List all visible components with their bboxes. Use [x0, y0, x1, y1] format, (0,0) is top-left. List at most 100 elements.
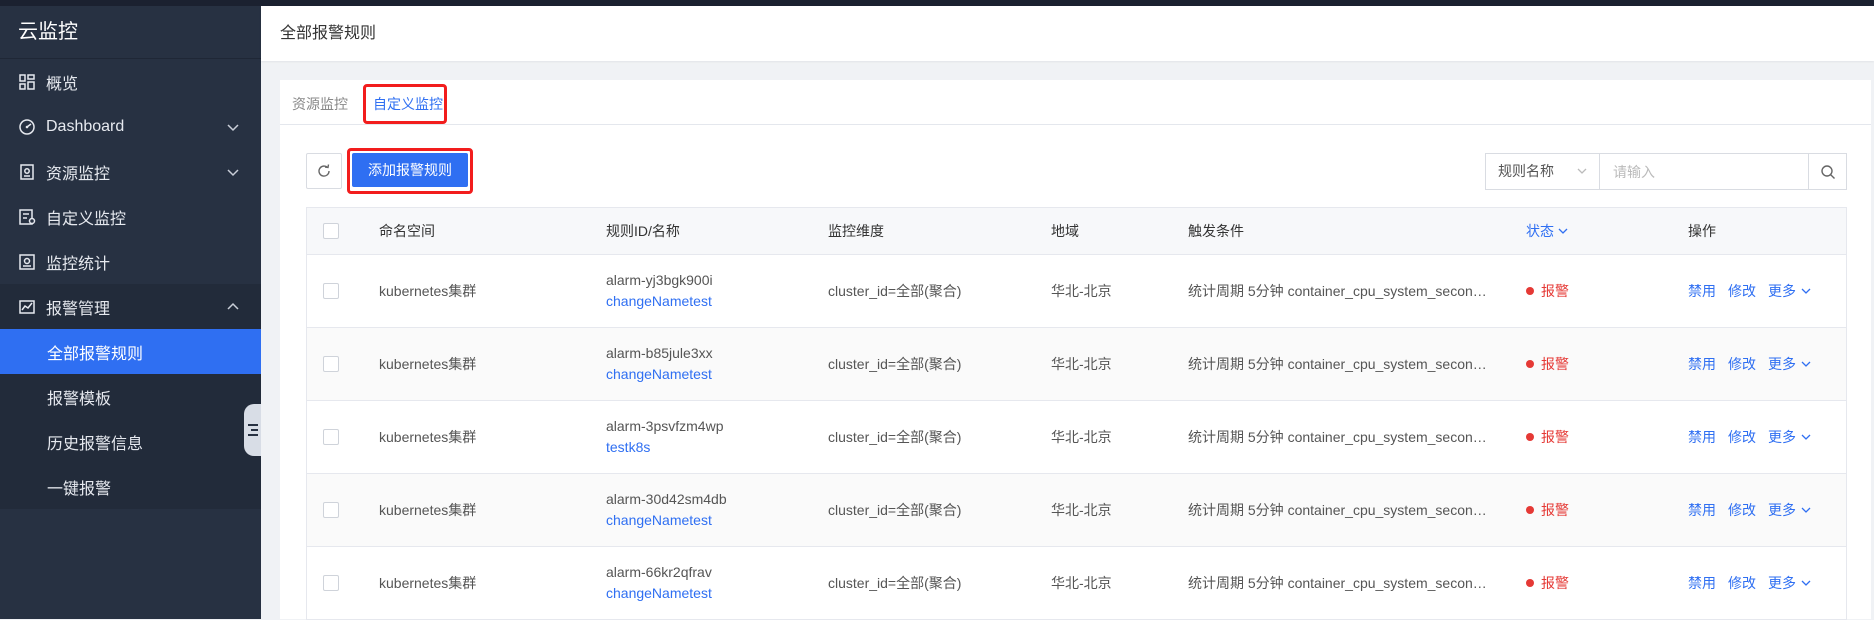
row-checkbox[interactable] — [323, 283, 339, 299]
more-dropdown[interactable]: 更多 — [1768, 281, 1811, 301]
highlight-box-add-button — [347, 148, 473, 194]
row-condition: 统计周期 5分钟 container_cpu_system_seconds_to… — [1188, 283, 1488, 299]
row-actions: 禁用 修改 更多 — [1688, 427, 1811, 447]
status-badge: 报警 — [1526, 573, 1569, 593]
row-actions: 禁用 修改 更多 — [1688, 281, 1811, 301]
status-dot-icon — [1526, 506, 1534, 514]
edit-link[interactable]: 修改 — [1728, 354, 1756, 374]
disable-link[interactable]: 禁用 — [1688, 500, 1716, 520]
row-rule-name-link[interactable]: changeNametest — [606, 291, 713, 312]
row-rule-name-link[interactable]: changeNametest — [606, 510, 727, 531]
row-region: 华北-北京 — [1051, 502, 1112, 518]
sidebar-collapse-handle[interactable] — [244, 404, 261, 456]
sidebar-subitem-alarm-history[interactable]: 历史报警信息 — [0, 419, 261, 464]
row-rule-name-link[interactable]: changeNametest — [606, 364, 713, 385]
status-dot-icon — [1526, 579, 1534, 587]
row-checkbox[interactable] — [323, 575, 339, 591]
search-field-label: 规则名称 — [1498, 163, 1554, 179]
search-field-select[interactable]: 规则名称 — [1486, 154, 1600, 189]
row-checkbox[interactable] — [323, 502, 339, 518]
row-dimension: cluster_id=全部(聚合) — [828, 283, 962, 299]
search-button[interactable] — [1808, 154, 1847, 189]
status-badge: 报警 — [1526, 281, 1569, 301]
disable-link[interactable]: 禁用 — [1688, 281, 1716, 301]
more-label: 更多 — [1768, 356, 1796, 372]
status-text: 报警 — [1541, 356, 1569, 372]
sidebar-item-label: Dashboard — [46, 117, 125, 135]
header-region: 地域 — [1051, 223, 1079, 239]
chevron-down-icon — [1801, 507, 1811, 513]
sidebar: 云监控 概览 Dashboard 资源监控 自定义监控 监控统计 报警管理 全部… — [0, 6, 261, 619]
row-checkbox[interactable] — [323, 356, 339, 372]
row-condition: 统计周期 5分钟 container_cpu_system_seconds_to… — [1188, 575, 1488, 591]
refresh-button[interactable] — [306, 153, 342, 189]
tab-resource-monitor[interactable]: 资源监控 — [292, 94, 348, 114]
header-namespace: 命名空间 — [379, 223, 435, 239]
edit-link[interactable]: 修改 — [1728, 500, 1756, 520]
row-region: 华北-北京 — [1051, 429, 1112, 445]
status-filter[interactable]: 状态 — [1526, 221, 1568, 241]
more-label: 更多 — [1768, 283, 1796, 299]
sidebar-item-dashboard[interactable]: Dashboard — [0, 104, 261, 149]
sidebar-item-custom-monitor[interactable]: 自定义监控 — [0, 194, 261, 239]
row-region: 华北-北京 — [1051, 575, 1112, 591]
status-badge: 报警 — [1526, 500, 1569, 520]
status-badge: 报警 — [1526, 427, 1569, 447]
row-actions: 禁用 修改 更多 — [1688, 354, 1811, 374]
more-dropdown[interactable]: 更多 — [1768, 427, 1811, 447]
row-region: 华北-北京 — [1051, 356, 1112, 372]
edit-link[interactable]: 修改 — [1728, 427, 1756, 447]
row-rule-id: alarm-3psvfzm4wp — [606, 418, 724, 434]
status-text: 报警 — [1541, 575, 1569, 591]
row-region: 华北-北京 — [1051, 283, 1112, 299]
sidebar-subitem-alarm-templates[interactable]: 报警模板 — [0, 374, 261, 419]
sidebar-item-alarm-manage[interactable]: 报警管理 — [0, 284, 261, 329]
sidebar-item-label: 概览 — [46, 75, 79, 93]
more-dropdown[interactable]: 更多 — [1768, 573, 1811, 593]
more-dropdown[interactable]: 更多 — [1768, 500, 1811, 520]
status-dot-icon — [1526, 287, 1534, 295]
sidebar-item-resource-monitor[interactable]: 资源监控 — [0, 149, 261, 194]
row-rule-name-link[interactable]: testk8s — [606, 437, 723, 458]
row-namespace: kubernetes集群 — [379, 502, 477, 518]
row-dimension: cluster_id=全部(聚合) — [828, 502, 962, 518]
status-dot-icon — [1526, 433, 1534, 441]
header-ops: 操作 — [1688, 223, 1716, 239]
alarm-rules-table: 命名空间 规则ID/名称 监控维度 地域 触发条件 状态 操作 kubernet… — [306, 207, 1847, 620]
sidebar-subitem-one-click-alarm[interactable]: 一键报警 — [0, 464, 261, 509]
disable-link[interactable]: 禁用 — [1688, 427, 1716, 447]
sidebar-subitem-all-alarm-rules[interactable]: 全部报警规则 — [0, 329, 261, 374]
table-row: kubernetes集群 alarm-3psvfzm4wp testk8s cl… — [307, 401, 1846, 474]
header-rule: 规则ID/名称 — [606, 223, 680, 239]
row-checkbox[interactable] — [323, 429, 339, 445]
row-dimension: cluster_id=全部(聚合) — [828, 429, 962, 445]
sidebar-item-overview[interactable]: 概览 — [0, 59, 261, 104]
chevron-down-icon — [1577, 168, 1587, 174]
disable-link[interactable]: 禁用 — [1688, 573, 1716, 593]
more-dropdown[interactable]: 更多 — [1768, 354, 1811, 374]
row-rule-id: alarm-66kr2qfrav — [606, 564, 712, 580]
status-text: 报警 — [1541, 502, 1569, 518]
refresh-icon — [318, 164, 330, 177]
header-status: 状态 — [1526, 223, 1554, 239]
select-all-checkbox[interactable] — [323, 223, 339, 239]
custom-monitor-icon — [18, 208, 36, 226]
search-input[interactable] — [1601, 154, 1807, 189]
chevron-down-icon — [1801, 434, 1811, 440]
header-dimension: 监控维度 — [828, 223, 884, 239]
row-rule-name-link[interactable]: changeNametest — [606, 583, 712, 604]
chevron-down-icon — [1801, 580, 1811, 586]
status-text: 报警 — [1541, 429, 1569, 445]
edit-link[interactable]: 修改 — [1728, 573, 1756, 593]
edit-link[interactable]: 修改 — [1728, 281, 1756, 301]
sidebar-item-monitor-stats[interactable]: 监控统计 — [0, 239, 261, 284]
row-actions: 禁用 修改 更多 — [1688, 573, 1811, 593]
search-icon — [1821, 164, 1835, 179]
chevron-up-icon — [227, 302, 239, 310]
status-badge: 报警 — [1526, 354, 1569, 374]
disable-link[interactable]: 禁用 — [1688, 354, 1716, 374]
chevron-down-icon — [1801, 288, 1811, 294]
status-dot-icon — [1526, 360, 1534, 368]
overview-icon — [18, 73, 36, 91]
row-namespace: kubernetes集群 — [379, 283, 477, 299]
